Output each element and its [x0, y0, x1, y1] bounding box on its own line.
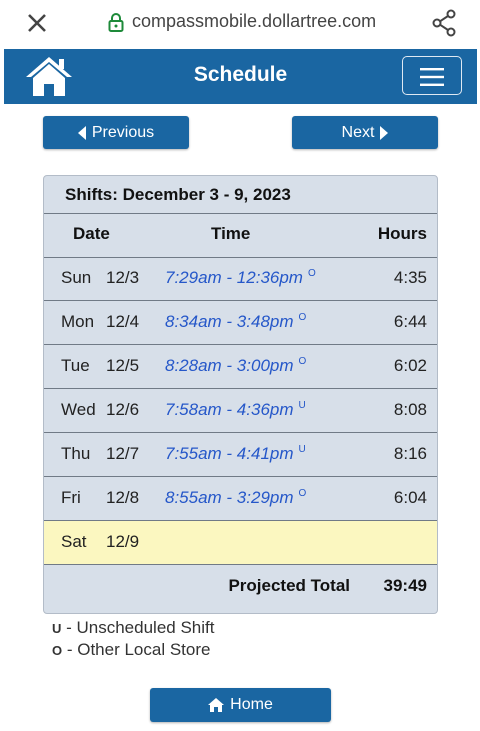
shifts-table: Shifts: December 3 - 9, 2023 Date Time H… [43, 175, 438, 614]
store-flag: U [298, 400, 306, 411]
caret-right-icon [380, 125, 389, 140]
caret-left-icon [77, 125, 86, 140]
row-day: Sat [61, 532, 87, 551]
address-bar[interactable]: compassmobile.dollartree.com [108, 11, 376, 32]
store-flag: O [298, 356, 307, 367]
previous-button[interactable]: Previous [43, 116, 189, 149]
browser-toolbar: compassmobile.dollartree.com [0, 0, 480, 46]
hamburger-icon [420, 68, 444, 86]
shift-time-link[interactable]: 8:28am - 3:00pm O [165, 356, 306, 376]
table-row: Mon 12/4 8:34am - 3:48pm O 6:44 [44, 301, 437, 345]
row-date: 12/8 [106, 488, 140, 507]
row-date: 12/3 [106, 268, 140, 287]
row-day: Tue [61, 356, 90, 375]
table-row: Wed 12/6 7:58am - 4:36pm U 8:08 [44, 389, 437, 433]
row-hours: 6:02 [393, 356, 427, 375]
previous-label: Previous [91, 123, 155, 141]
column-header-time: Time [211, 224, 251, 243]
row-day: Mon [61, 312, 95, 331]
row-date: 12/6 [106, 400, 140, 419]
store-flag: O [298, 312, 307, 323]
home-icon [208, 698, 225, 712]
row-hours: 8:16 [393, 444, 427, 463]
shift-time-link[interactable]: 8:34am - 3:48pm O [165, 312, 306, 332]
row-hours: 8:08 [393, 400, 427, 419]
projected-total-row: Projected Total 39:49 [44, 565, 437, 613]
table-row: Thu 12/7 7:55am - 4:41pm U 8:16 [44, 433, 437, 477]
projected-total-value: 39:49 [383, 576, 427, 595]
home-button[interactable]: Home [150, 688, 331, 722]
table-row-today: Sat 12/9 [44, 521, 437, 565]
shift-time-link[interactable]: 8:55am - 3:29pm O [165, 488, 306, 508]
row-date: 12/4 [106, 312, 140, 331]
table-row: Fri 12/8 8:55am - 3:29pm O 6:04 [44, 477, 437, 521]
url-text: compassmobile.dollartree.com [132, 11, 377, 31]
row-hours: 4:35 [393, 268, 427, 287]
column-header-date: Date [73, 224, 110, 243]
menu-button[interactable] [402, 56, 462, 95]
row-day: Fri [61, 488, 81, 507]
table-header-row: Date Time Hours [44, 213, 437, 258]
next-button[interactable]: Next [292, 116, 438, 149]
row-date: 12/7 [106, 444, 140, 463]
row-day: Thu [61, 444, 91, 463]
legend-text: - Unscheduled Shift [61, 618, 215, 637]
table-caption: Shifts: December 3 - 9, 2023 [44, 176, 437, 214]
next-label: Next [341, 123, 375, 141]
legend-item-other-store: O - Other Local Store [52, 640, 210, 660]
row-date: 12/5 [106, 356, 140, 375]
row-day: Sun [61, 268, 92, 287]
row-day: Wed [61, 400, 96, 419]
table-row: Tue 12/5 8:28am - 3:00pm O 6:02 [44, 345, 437, 389]
row-hours: 6:44 [393, 312, 427, 331]
share-icon[interactable] [430, 8, 458, 38]
shift-time-link[interactable]: 7:29am - 12:36pm O [165, 268, 316, 288]
shift-time [165, 532, 170, 552]
table-row: Sun 12/3 7:29am - 12:36pm O 4:35 [44, 257, 437, 301]
row-date: 12/9 [106, 532, 140, 551]
lock-icon [108, 12, 124, 32]
legend-item-unscheduled: U - Unscheduled Shift [52, 618, 214, 638]
legend-code: O [52, 643, 63, 658]
legend-text: - Other Local Store [62, 640, 211, 659]
store-flag: U [298, 444, 306, 455]
close-icon[interactable] [22, 8, 52, 38]
home-label: Home [230, 696, 273, 713]
legend-code: U [52, 621, 62, 636]
column-header-hours: Hours [377, 224, 427, 243]
week-range: Shifts: December 3 - 9, 2023 [65, 185, 291, 204]
shift-time-link[interactable]: 7:55am - 4:41pm U [165, 444, 306, 464]
store-flag: O [298, 488, 307, 499]
row-hours: 6:04 [393, 488, 427, 507]
store-flag: O [307, 268, 316, 279]
app-header: Schedule [4, 49, 477, 104]
shift-time-link[interactable]: 7:58am - 4:36pm U [165, 400, 306, 420]
projected-total-label: Projected Total [228, 576, 350, 595]
